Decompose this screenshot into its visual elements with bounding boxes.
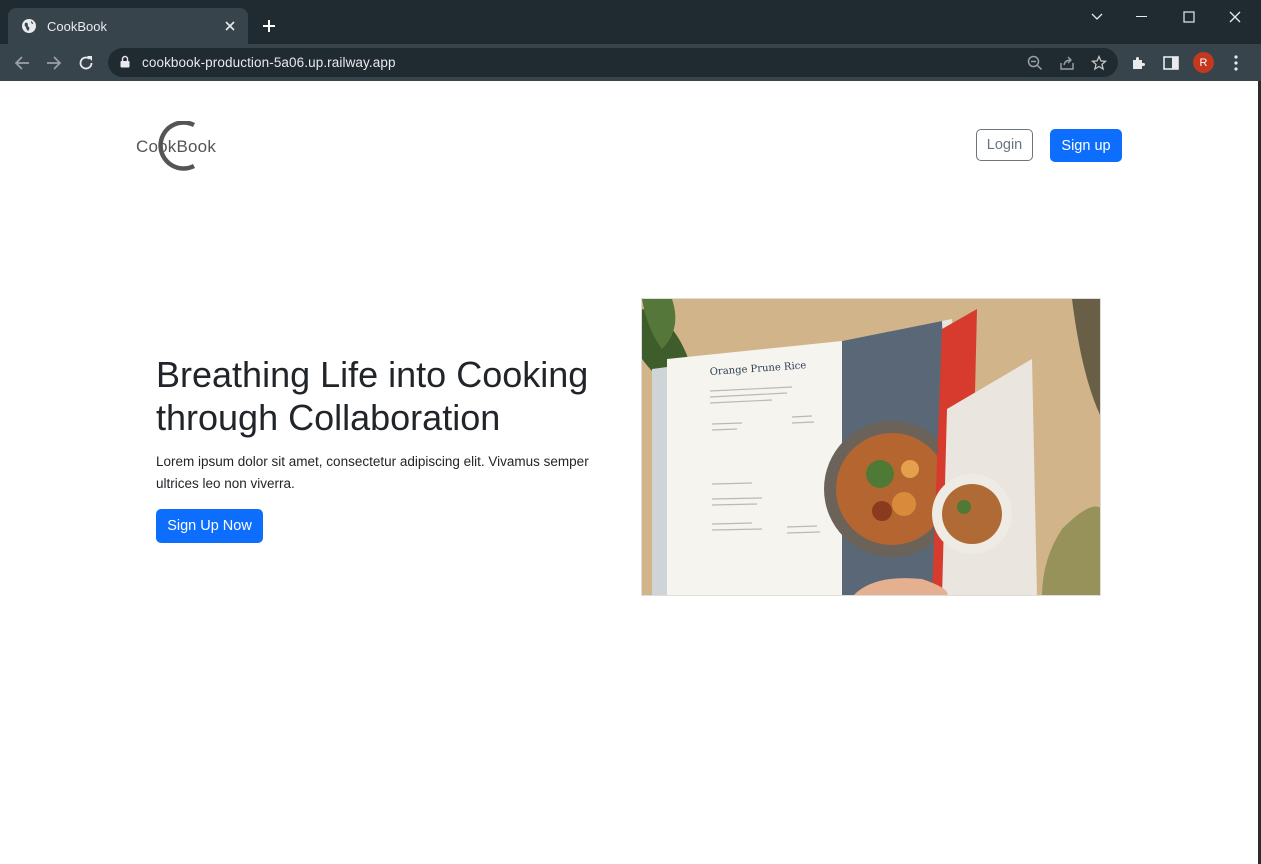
zoom-out-icon[interactable]	[1026, 54, 1044, 72]
bookmark-star-icon[interactable]	[1090, 54, 1108, 72]
page-content: CookBook Login Sign up Breathing Life in…	[0, 81, 1258, 864]
login-button[interactable]: Login	[976, 129, 1033, 161]
hero-title: Breathing Life into Cooking through Coll…	[156, 354, 589, 438]
forward-arrow-icon[interactable]	[43, 52, 65, 74]
tab-title: CookBook	[47, 18, 107, 34]
profile-avatar[interactable]: R	[1193, 52, 1214, 73]
close-icon[interactable]	[222, 18, 238, 34]
back-arrow-icon[interactable]	[11, 52, 33, 74]
tab-search-chevron-icon[interactable]	[1083, 6, 1111, 28]
cookbook-logo[interactable]: CookBook	[135, 121, 225, 173]
logo-text: CookBook	[136, 137, 217, 156]
url-text: cookbook-production-5a06.up.railway.app	[142, 55, 396, 70]
maximize-icon[interactable]	[1175, 6, 1203, 28]
new-tab-button[interactable]	[258, 15, 280, 37]
reload-icon[interactable]	[75, 52, 97, 74]
window-close-icon[interactable]	[1221, 6, 1249, 28]
signup-button[interactable]: Sign up	[1050, 129, 1122, 162]
browser-tab[interactable]: CookBook	[8, 8, 248, 44]
address-bar[interactable]: cookbook-production-5a06.up.railway.app	[108, 48, 1118, 77]
minimize-icon[interactable]	[1128, 6, 1156, 28]
extensions-puzzle-icon[interactable]	[1129, 53, 1149, 73]
browser-toolbar: cookbook-production-5a06.up.railway.app	[0, 44, 1261, 81]
hero-cookbook-image: Orange Prune Rice	[641, 298, 1101, 596]
hero-text: Lorem ipsum dolor sit amet, consectetur …	[156, 454, 589, 491]
sign-up-now-button[interactable]: Sign Up Now	[156, 509, 263, 543]
globe-icon	[21, 18, 37, 34]
share-icon[interactable]	[1058, 54, 1076, 72]
browser-tab-strip: CookBook	[0, 0, 1261, 44]
side-panel-icon[interactable]	[1161, 53, 1181, 73]
lock-icon	[120, 55, 130, 73]
menu-kebab-icon[interactable]	[1226, 53, 1246, 73]
